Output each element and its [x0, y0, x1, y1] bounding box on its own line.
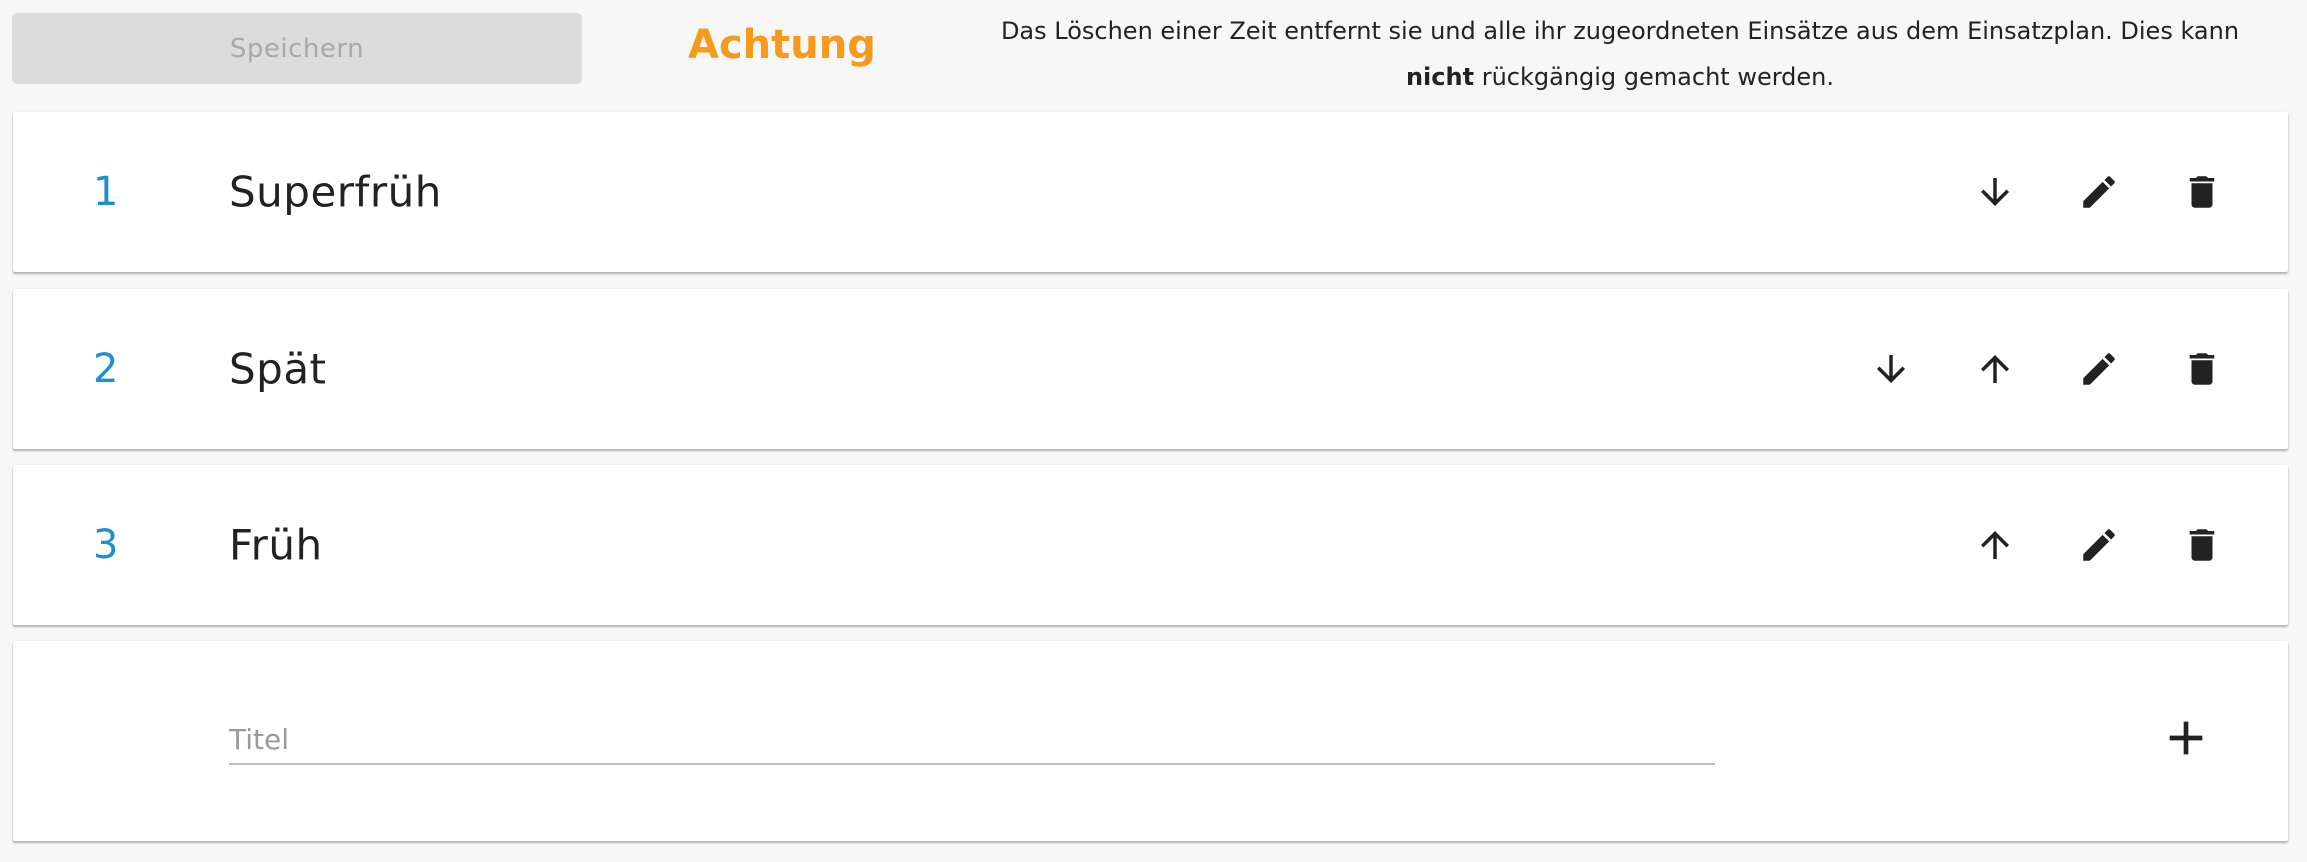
- warning-text-part-1: Das Löschen einer Zeit entfernt sie und …: [1000, 17, 2240, 45]
- toolbar: Speichern Achtung Das Löschen einer Zeit…: [0, 0, 2307, 112]
- save-button[interactable]: Speichern: [12, 13, 582, 84]
- row-number: 3: [93, 522, 119, 568]
- time-row: 1 Superfrüh: [13, 112, 2288, 272]
- title-input[interactable]: [229, 715, 1715, 765]
- arrow-up-icon[interactable]: [1963, 337, 2027, 401]
- row-title: Spät: [229, 344, 327, 394]
- pencil-icon[interactable]: [2067, 160, 2131, 224]
- arrow-down-icon[interactable]: [1859, 337, 1923, 401]
- pencil-icon[interactable]: [2067, 513, 2131, 577]
- time-row: 3 Früh: [13, 465, 2288, 625]
- warning-text: Das Löschen einer Zeit entfernt sie und …: [965, 8, 2275, 100]
- trash-icon[interactable]: [2170, 513, 2234, 577]
- pencil-icon[interactable]: [2067, 337, 2131, 401]
- row-number: 2: [93, 346, 119, 392]
- new-time-form: [13, 641, 2288, 841]
- warning-text-part-2: rückgängig gemacht werden.: [1474, 63, 1835, 91]
- trash-icon[interactable]: [2170, 337, 2234, 401]
- trash-icon[interactable]: [2170, 160, 2234, 224]
- warning-text-emphasis: nicht: [1405, 63, 1475, 91]
- plus-icon[interactable]: [2154, 706, 2218, 770]
- row-title: Früh: [229, 520, 323, 570]
- warning-title: Achtung: [688, 22, 876, 68]
- row-number: 1: [93, 169, 119, 215]
- time-row: 2 Spät: [13, 289, 2288, 449]
- arrow-up-icon[interactable]: [1963, 513, 2027, 577]
- arrow-down-icon[interactable]: [1963, 160, 2027, 224]
- row-title: Superfrüh: [229, 167, 442, 217]
